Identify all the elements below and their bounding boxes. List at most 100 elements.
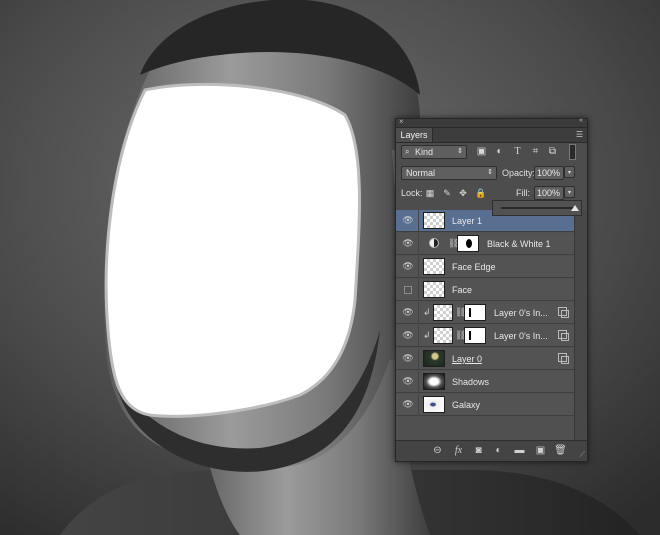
layer-thumbnail	[433, 327, 453, 344]
tab-layers[interactable]: Layers	[396, 128, 433, 142]
visibility-off-box[interactable]	[404, 286, 412, 294]
row-divider	[418, 279, 419, 301]
image-filter-icon[interactable]: ▣	[475, 145, 488, 158]
blend-mode-select[interactable]: Normal ⇕	[401, 166, 497, 180]
clipping-arrow-icon: ↲	[423, 330, 431, 340]
layer-mask-thumbnail[interactable]	[464, 327, 486, 344]
layers-scrollbar[interactable]	[574, 210, 587, 441]
filter-kind-label: Kind	[415, 147, 434, 157]
visibility-eye-icon[interactable]: 👁	[402, 215, 414, 226]
mask-shape	[469, 331, 471, 340]
resize-grip-icon[interactable]: ⟋	[579, 450, 585, 460]
row-divider	[418, 233, 419, 255]
visibility-eye-icon[interactable]: 👁	[402, 330, 414, 341]
close-icon[interactable]: ×	[399, 117, 404, 126]
lock-pixels-icon[interactable]: ▦	[425, 188, 435, 198]
layer-mask-thumbnail[interactable]	[464, 304, 486, 321]
layer-row-face[interactable]: Face	[396, 279, 575, 301]
layer-name[interactable]: Layer 0	[452, 354, 482, 364]
opacity-dropdown-button[interactable]: ▾	[564, 166, 575, 178]
row-divider	[418, 394, 419, 416]
row-divider	[418, 210, 419, 232]
layer-row-galaxy[interactable]: 👁 Galaxy	[396, 394, 575, 416]
add-mask-icon[interactable]: ◙	[472, 444, 485, 457]
layer-name[interactable]: Layer 0's In...	[494, 331, 548, 341]
smart-object-icon	[558, 330, 569, 341]
type-filter-icon[interactable]: T	[511, 145, 524, 158]
chevron-updown-icon: ⇕	[487, 169, 493, 176]
panel-title-strip: × «	[396, 117, 587, 128]
layers-list: 👁 Layer 1 👁 ⛓ Black & White 1 👁 Face Edg…	[396, 210, 575, 441]
search-icon: ⌕	[405, 147, 410, 156]
visibility-eye-icon[interactable]: 👁	[402, 238, 414, 249]
collapse-icon[interactable]: «	[579, 117, 583, 124]
smart-object-icon	[558, 353, 569, 364]
opacity-input[interactable]: 100%	[534, 166, 564, 180]
layer-thumbnail-shadows	[423, 373, 445, 390]
new-layer-icon[interactable]: ▣	[534, 444, 547, 457]
layer-name[interactable]: Face Edge	[452, 262, 496, 272]
layer-name[interactable]: Layer 1	[452, 216, 482, 226]
adjustment-layer-icon	[429, 238, 439, 248]
layer-row-face-edge[interactable]: 👁 Face Edge	[396, 256, 575, 278]
visibility-eye-icon[interactable]: 👁	[402, 307, 414, 318]
layer-mask-thumbnail[interactable]	[457, 235, 479, 252]
brush-icon[interactable]: ✎	[442, 188, 452, 198]
adjustment-filter-icon[interactable]: ◐	[493, 145, 506, 158]
lock-label: Lock:	[401, 188, 423, 198]
tab-bar: Layers ☰	[396, 128, 587, 143]
layer-thumbnail	[433, 304, 453, 321]
row-divider	[418, 371, 419, 393]
fill-input[interactable]: 100%	[534, 186, 564, 200]
visibility-eye-icon[interactable]: 👁	[402, 261, 414, 272]
filter-toggle-switch[interactable]	[569, 144, 576, 160]
fill-slider-popup	[492, 200, 582, 216]
layer-row-black-white-1[interactable]: 👁 ⛓ Black & White 1	[396, 233, 575, 255]
fill-slider-track[interactable]	[501, 207, 575, 209]
layers-panel: × « Layers ☰ ⌕ Kind ⇕ ▣ ◐ T ⌗ ⧉ Normal ⇕…	[395, 117, 588, 462]
new-group-icon[interactable]: ▬	[513, 444, 526, 457]
layer-name[interactable]: Shadows	[452, 377, 489, 387]
row-divider	[418, 348, 419, 370]
move-icon[interactable]: ✥	[458, 188, 468, 198]
layer-row-layer-0[interactable]: 👁 Layer 0	[396, 348, 575, 370]
chevron-updown-icon: ⇕	[457, 148, 463, 155]
mask-shape	[466, 239, 472, 248]
layer-name[interactable]: Face	[452, 285, 472, 295]
fill-dropdown-button[interactable]: ▾	[564, 186, 575, 198]
panel-bottom-toolbar: ⊖ fx ◙ ◐ ▬ ▣ 🗑 ⟋	[396, 440, 587, 461]
row-divider	[418, 325, 419, 347]
smart-object-filter-icon[interactable]: ⧉	[546, 145, 559, 158]
layer-thumbnail-photo	[423, 350, 445, 367]
fx-icon[interactable]: fx	[452, 444, 465, 457]
layer-name[interactable]: Layer 0's In...	[494, 308, 548, 318]
blend-mode-value: Normal	[406, 168, 436, 178]
fill-label: Fill:	[516, 188, 530, 198]
shape-filter-icon[interactable]: ⌗	[529, 145, 542, 158]
layer-name[interactable]: Black & White 1	[487, 239, 551, 249]
filter-kind-select[interactable]: ⌕ Kind ⇕	[401, 145, 467, 159]
visibility-eye-icon[interactable]: 👁	[402, 376, 414, 387]
layer-thumbnail	[423, 281, 445, 298]
link-layers-icon[interactable]: ⊖	[431, 444, 444, 457]
row-divider	[418, 302, 419, 324]
layer-row-layer-0-inner-2[interactable]: 👁 ↲ ⛓ Layer 0's In...	[396, 325, 575, 347]
new-adjustment-icon[interactable]: ◐	[492, 444, 505, 457]
panel-menu-icon[interactable]: ☰	[576, 130, 583, 139]
layer-name[interactable]: Galaxy	[452, 400, 480, 410]
layer-thumbnail-galaxy	[423, 396, 445, 413]
opacity-label: Opacity:	[502, 168, 536, 178]
layer-row-shadows[interactable]: 👁 Shadows	[396, 371, 575, 393]
layer-row-layer-0-inner-1[interactable]: 👁 ↲ ⛓ Layer 0's In...	[396, 302, 575, 324]
row-divider	[418, 256, 419, 278]
mask-shape	[469, 308, 471, 317]
smart-object-icon	[558, 307, 569, 318]
trash-icon[interactable]: 🗑	[554, 444, 567, 457]
fill-slider-knob[interactable]	[571, 205, 579, 211]
visibility-eye-icon[interactable]: 👁	[402, 399, 414, 410]
visibility-eye-icon[interactable]: 👁	[402, 353, 414, 364]
face-cutout	[104, 82, 361, 418]
layer-thumbnail	[423, 258, 445, 275]
lock-icon[interactable]: 🔒	[475, 188, 486, 198]
clipping-arrow-icon: ↲	[423, 307, 431, 317]
